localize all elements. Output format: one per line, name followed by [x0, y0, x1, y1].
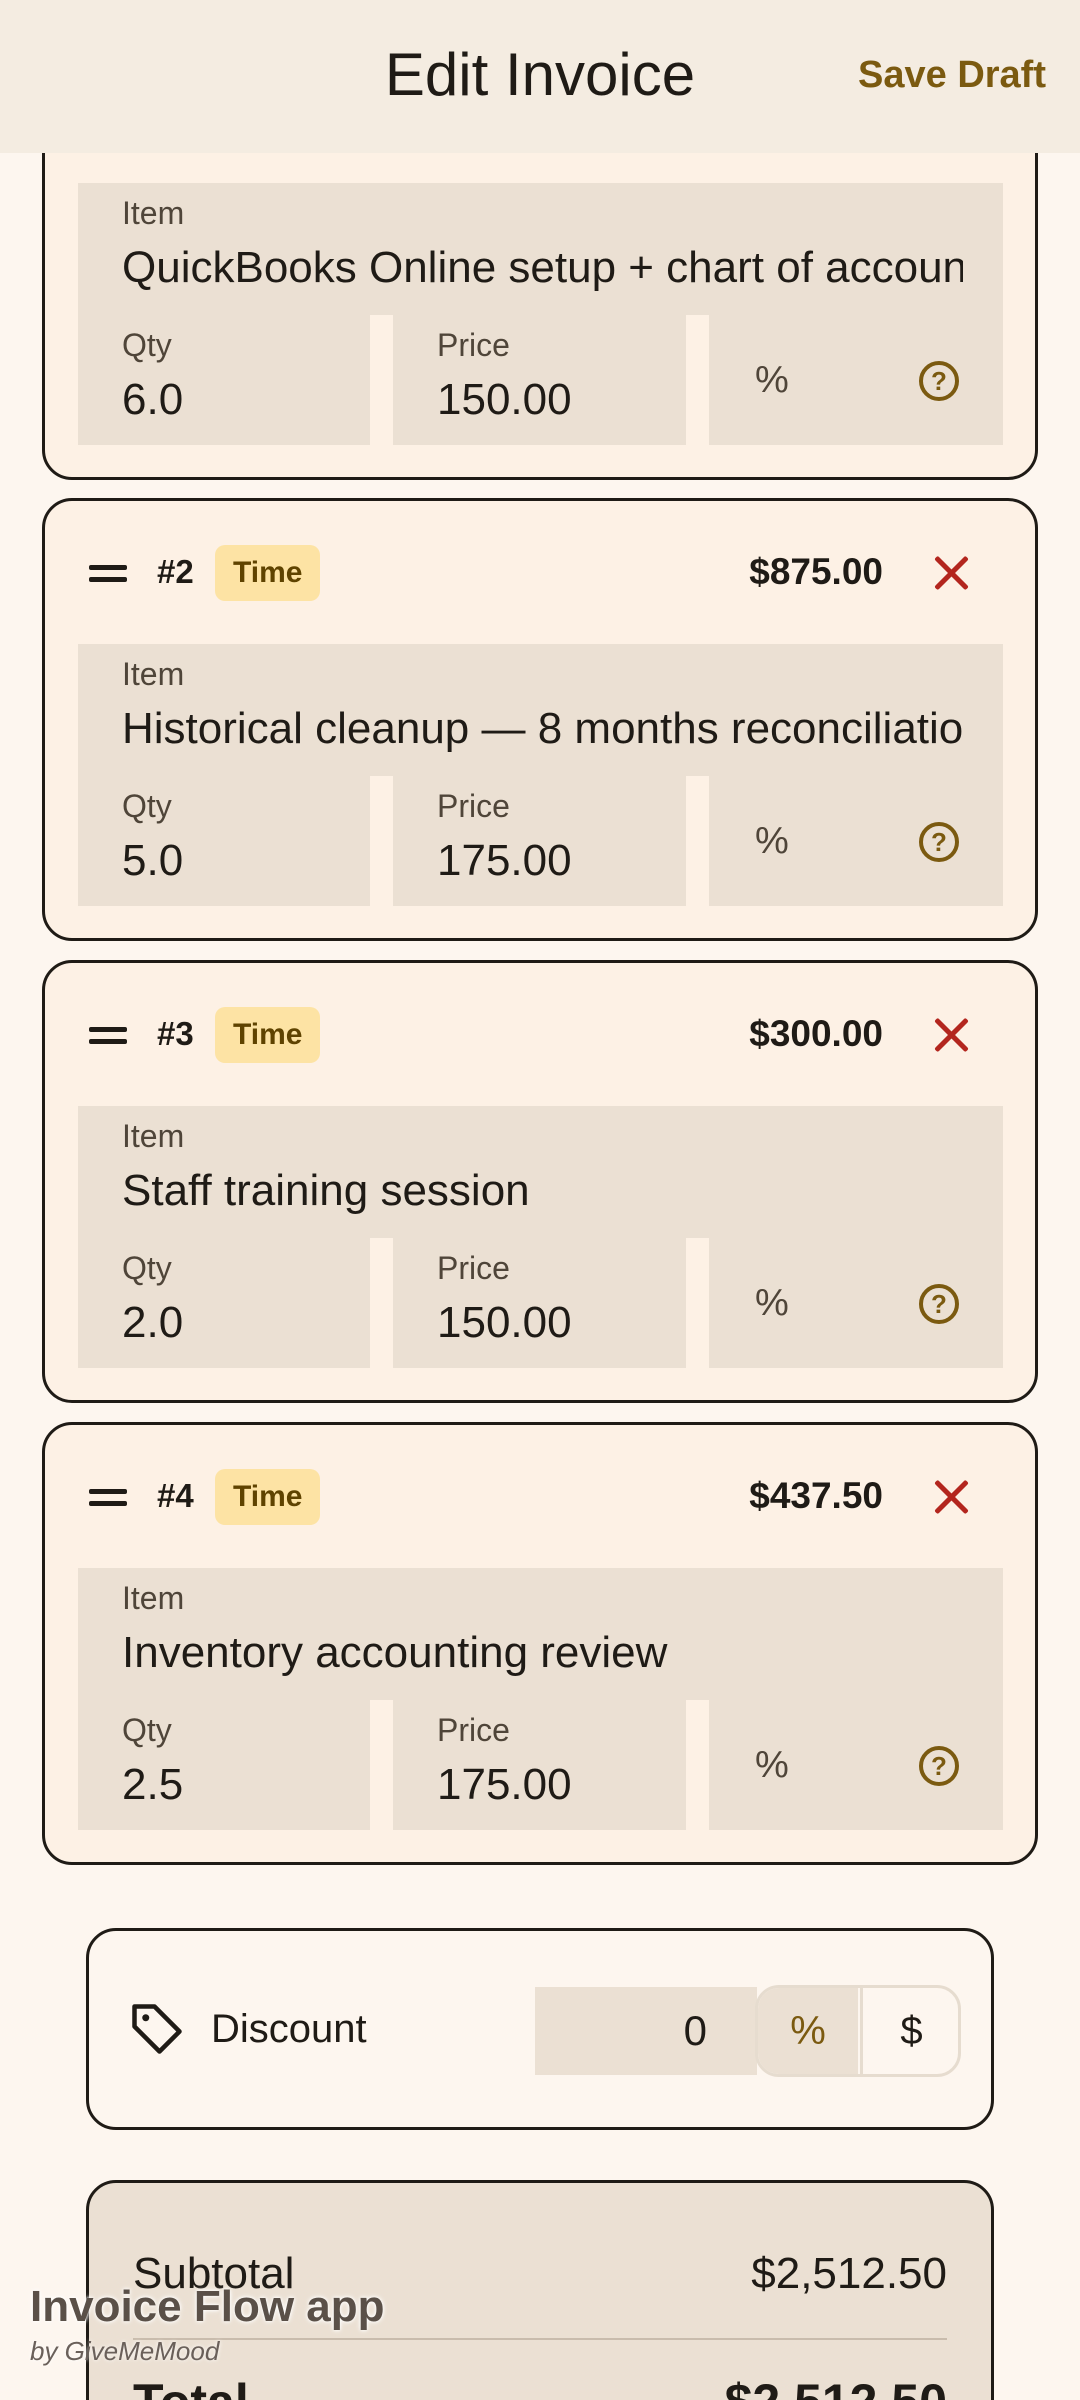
- item-type-badge: Time: [215, 545, 321, 601]
- help-icon[interactable]: ?: [919, 1284, 959, 1324]
- watermark-brand: Invoice Flow app: [30, 2282, 385, 2331]
- item-field-label: Item: [122, 1580, 185, 1616]
- qty-field[interactable]: Qty 6.0: [78, 315, 370, 445]
- percent-field[interactable]: % ?: [709, 1700, 1003, 1830]
- qty-field[interactable]: Qty 2.0: [78, 1238, 370, 1368]
- price-value: 175.00: [437, 1760, 572, 1809]
- drag-handle-icon[interactable]: [89, 565, 127, 583]
- item-field-label: Item: [122, 656, 185, 692]
- line-item-number: #4: [157, 1477, 194, 1514]
- discount-label: Discount: [211, 2007, 367, 2051]
- line-item-card-2: #2 Time $875.00 Item Historical cleanup …: [42, 498, 1038, 941]
- price-field[interactable]: Price 150.00: [393, 315, 686, 445]
- line-item-number: #3: [157, 1015, 194, 1052]
- item-name-field[interactable]: Item QuickBooks Online setup + chart of …: [78, 183, 1003, 315]
- qty-field-label: Qty: [122, 327, 172, 363]
- drag-handle-icon[interactable]: [89, 1027, 127, 1045]
- watermark-byline: by GiveMeMood: [30, 2336, 220, 2366]
- remove-item-icon[interactable]: [931, 1477, 971, 1517]
- line-item-header: #4 Time $437.50: [45, 1425, 1035, 1565]
- item-field-label: Item: [122, 1118, 185, 1154]
- item-type-badge: Time: [215, 1007, 321, 1063]
- qty-value: 2.0: [122, 1298, 184, 1347]
- line-item-card-4: #4 Time $437.50 Item Inventory accountin…: [42, 1422, 1038, 1865]
- line-item-header: #2 Time $875.00: [45, 501, 1035, 641]
- item-name-value: QuickBooks Online setup + chart of accou…: [122, 243, 963, 292]
- percent-symbol: %: [755, 820, 789, 862]
- remove-item-icon[interactable]: [931, 553, 971, 593]
- qty-value: 5.0: [122, 836, 184, 885]
- tag-icon: [132, 2004, 182, 2054]
- top-app-bar: Edit Invoice Save Draft: [0, 0, 1080, 153]
- item-name-field[interactable]: Item Historical cleanup — 8 months recon…: [78, 644, 1003, 776]
- price-field-label: Price: [437, 788, 510, 824]
- qty-field[interactable]: Qty 5.0: [78, 776, 370, 906]
- price-value: 175.00: [437, 836, 572, 885]
- discount-input[interactable]: 0: [535, 1987, 757, 2075]
- price-field-label: Price: [437, 1712, 510, 1748]
- price-value: 150.00: [437, 375, 572, 424]
- help-icon[interactable]: ?: [919, 822, 959, 862]
- percent-field[interactable]: % ?: [709, 776, 1003, 906]
- percent-symbol: %: [755, 1744, 789, 1786]
- line-item-header: #3 Time $300.00: [45, 963, 1035, 1103]
- qty-value: 2.5: [122, 1760, 184, 1809]
- discount-card: Discount 0 % $: [86, 1928, 994, 2130]
- subtotal-value: $2,512.50: [751, 2249, 947, 2298]
- item-name-field[interactable]: Item Inventory accounting review: [78, 1568, 1003, 1700]
- qty-field[interactable]: Qty 2.5: [78, 1700, 370, 1830]
- line-item-amount: $437.50: [749, 1475, 883, 1516]
- total-label: Total: [133, 2373, 249, 2400]
- price-value: 150.00: [437, 1298, 572, 1347]
- percent-field[interactable]: % ?: [709, 1238, 1003, 1368]
- item-name-value: Staff training session: [122, 1166, 530, 1215]
- watermark: Invoice Flow app by GiveMeMood: [30, 2282, 385, 2367]
- line-item-amount: $875.00: [749, 551, 883, 592]
- item-name-value: Inventory accounting review: [122, 1628, 668, 1677]
- total-value: $2,512.50: [725, 2373, 947, 2400]
- line-item-card-3: #3 Time $300.00 Item Staff training sess…: [42, 960, 1038, 1403]
- help-icon[interactable]: ?: [919, 1746, 959, 1786]
- help-icon[interactable]: ?: [919, 361, 959, 401]
- price-field[interactable]: Price 175.00: [393, 776, 686, 906]
- qty-field-label: Qty: [122, 1712, 172, 1748]
- drag-handle-icon[interactable]: [89, 1489, 127, 1507]
- remove-item-icon[interactable]: [931, 1015, 971, 1055]
- qty-value: 6.0: [122, 375, 184, 424]
- item-field-label: Item: [122, 195, 185, 231]
- discount-mode-toggle: % $: [755, 1985, 961, 2077]
- save-draft-button[interactable]: Save Draft: [858, 54, 1046, 97]
- qty-field-label: Qty: [122, 788, 172, 824]
- percent-symbol: %: [755, 359, 789, 401]
- price-field[interactable]: Price 175.00: [393, 1700, 686, 1830]
- line-item-amount: $300.00: [749, 1013, 883, 1054]
- discount-percent-option[interactable]: %: [758, 1988, 858, 2074]
- price-field-label: Price: [437, 1250, 510, 1286]
- percent-field[interactable]: % ?: [709, 315, 1003, 445]
- qty-field-label: Qty: [122, 1250, 172, 1286]
- item-name-value: Historical cleanup — 8 months reconcilia…: [122, 704, 963, 753]
- line-item-number: #2: [157, 553, 194, 590]
- percent-symbol: %: [755, 1282, 789, 1324]
- invoice-editor-screen: Edit Invoice Save Draft Item QuickBooks …: [0, 0, 1080, 2400]
- price-field-label: Price: [437, 327, 510, 363]
- item-name-field[interactable]: Item Staff training session: [78, 1106, 1003, 1238]
- price-field[interactable]: Price 150.00: [393, 1238, 686, 1368]
- discount-value: 0: [683, 2007, 707, 2054]
- item-type-badge: Time: [215, 1469, 321, 1525]
- discount-dollar-option[interactable]: $: [860, 1988, 958, 2074]
